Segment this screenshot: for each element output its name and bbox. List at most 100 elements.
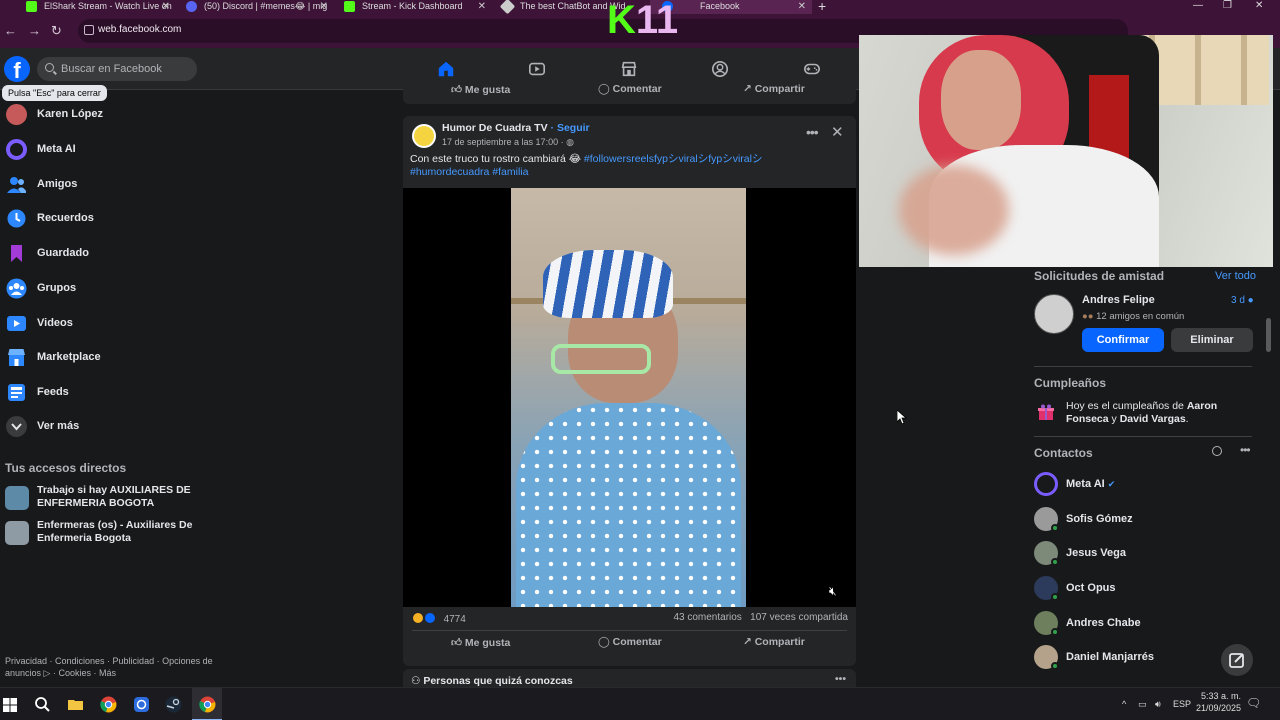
network-icon[interactable]: ▭ xyxy=(1138,699,1147,710)
contact-item[interactable]: Daniel Manjarrés xyxy=(1034,645,1234,671)
footer-links[interactable]: Privacidad · Condiciones · Publicidad · … xyxy=(5,655,225,679)
friend-request-time: 3 d ● xyxy=(1231,295,1254,306)
video-tab-icon[interactable] xyxy=(528,60,546,78)
groups-icon xyxy=(6,278,27,299)
tab-title: (50) Discord | #memes😂 | mig xyxy=(204,1,328,11)
compose-icon xyxy=(1229,653,1244,668)
like-button[interactable]: 👍︎ Me gusta xyxy=(451,636,510,649)
back-arrow-icon[interactable]: ← xyxy=(4,23,17,38)
contact-name: Meta AI ✔ xyxy=(1066,478,1115,490)
tab-title: ElShark Stream - Watch Live on xyxy=(44,1,172,11)
memories-clock-icon xyxy=(7,209,26,228)
home-icon[interactable] xyxy=(437,60,455,78)
video-player[interactable]: 🔇︎ xyxy=(403,188,856,607)
new-tab-plus-icon[interactable]: + xyxy=(818,0,826,14)
facebook-logo[interactable]: f xyxy=(4,56,30,83)
close-icon[interactable]: ✕ xyxy=(831,123,844,141)
friend-request-avatar[interactable] xyxy=(1034,294,1074,334)
author-name[interactable]: Humor De Cuadra TV xyxy=(442,122,548,134)
tab-title: Facebook xyxy=(700,1,740,11)
marketplace-tab-icon[interactable] xyxy=(620,60,638,78)
reaction-summary[interactable]: 4774 xyxy=(412,612,466,625)
browser-tab[interactable]: ElShark Stream - Watch Live on ✕ xyxy=(14,0,176,14)
bookmark-icon xyxy=(11,245,22,262)
steam-icon[interactable] xyxy=(165,696,182,713)
comment-label: Comentar xyxy=(612,83,662,95)
delete-button[interactable]: Eliminar xyxy=(1171,328,1253,352)
contact-item[interactable]: Meta AI ✔ xyxy=(1034,472,1234,498)
scrollbar-thumb[interactable] xyxy=(1266,318,1271,352)
tab-title: Stream - Kick Dashboard xyxy=(362,1,463,11)
new-message-button[interactable] xyxy=(1221,644,1253,676)
time-text: 3 d xyxy=(1231,295,1245,306)
notifications-icon[interactable]: 🗨︎ xyxy=(1246,696,1261,710)
site-info-icon[interactable] xyxy=(84,25,94,35)
reload-icon[interactable]: ↻ xyxy=(51,23,62,39)
active-taskbar-app[interactable] xyxy=(192,688,222,720)
window-close-icon[interactable]: ✕ xyxy=(1255,0,1263,11)
url-text: web.facebook.com xyxy=(98,24,182,35)
contacts-more-icon[interactable]: ••• xyxy=(1240,443,1251,457)
post-author[interactable]: Humor De Cuadra TV · Seguir xyxy=(442,122,590,134)
comment-button[interactable]: ◯ Comentar xyxy=(598,83,662,95)
tray-expand-icon[interactable]: ^ xyxy=(1122,699,1126,709)
taskbar-search-icon[interactable] xyxy=(34,696,51,713)
minimize-icon[interactable]: — xyxy=(1193,0,1203,11)
tab-close-icon[interactable]: ✕ xyxy=(798,0,806,13)
post-date[interactable]: 17 de septiembre a las 17:00 · ◍ xyxy=(442,137,574,148)
mutual-avatars-icon: ●● xyxy=(1082,311,1094,322)
contact-item[interactable]: Andres Chabe xyxy=(1034,611,1234,637)
browser-tab[interactable]: Stream - Kick Dashboard ✕ xyxy=(332,0,492,14)
contact-name: Jesus Vega xyxy=(1066,547,1126,559)
like-button[interactable]: 👍︎ Me gusta xyxy=(451,83,510,96)
comment-button[interactable]: ◯ Comentar xyxy=(598,636,662,648)
globe-icon: ◍ xyxy=(566,137,574,147)
page-avatar[interactable] xyxy=(412,124,436,148)
contact-name-text: Meta AI xyxy=(1066,478,1105,490)
shortcut-label: Trabajo si hay AUXILIARES DE ENFERMERIA … xyxy=(37,484,191,509)
browser-tab[interactable]: (50) Discord | #memes😂 | mig ✕ xyxy=(174,0,334,14)
tab-close-icon[interactable]: ✕ xyxy=(320,0,328,13)
contact-item[interactable]: Jesus Vega xyxy=(1034,541,1234,567)
feed-post: Humor De Cuadra TV · Seguir 17 de septie… xyxy=(403,116,856,666)
see-all-link[interactable]: Ver todo xyxy=(1215,270,1256,282)
more-options-icon[interactable]: ••• xyxy=(835,673,846,685)
kick-favicon-icon xyxy=(26,1,37,12)
confirm-button[interactable]: Confirmar xyxy=(1082,328,1164,352)
share-button[interactable]: ↗ Compartir xyxy=(743,83,805,95)
online-indicator xyxy=(1051,593,1059,601)
forward-arrow-icon[interactable]: → xyxy=(28,23,41,38)
mutual-friends[interactable]: ●● 12 amigos en común xyxy=(1082,311,1184,322)
gaming-tab-icon[interactable] xyxy=(803,60,821,78)
feeds-icon xyxy=(8,384,25,401)
follow-link[interactable]: · Seguir xyxy=(548,122,590,134)
input-language[interactable]: ESP xyxy=(1173,699,1191,709)
tab-close-icon[interactable]: ✕ xyxy=(162,0,170,13)
groups-tab-icon[interactable] xyxy=(711,60,729,78)
file-explorer-icon[interactable] xyxy=(67,696,84,713)
taskbar-clock[interactable]: 5:33 a. m. 21/09/2025 xyxy=(1196,690,1241,714)
video-person-hat xyxy=(543,250,673,318)
volume-icon[interactable]: 🔊︎ xyxy=(1155,699,1161,710)
search-box[interactable]: Buscar en Facebook xyxy=(37,57,197,81)
search-placeholder: Buscar en Facebook xyxy=(61,63,162,75)
contact-item[interactable]: Oct Opus xyxy=(1034,576,1234,602)
restore-icon[interactable]: ❐ xyxy=(1223,0,1232,11)
birthday-name[interactable]: David Vargas xyxy=(1120,413,1186,425)
share-count[interactable]: 107 veces compartida xyxy=(750,612,848,623)
post-stats[interactable]: 43 comentarios 107 veces compartida xyxy=(673,612,848,623)
friend-request-name[interactable]: Andres Felipe xyxy=(1082,294,1155,306)
more-options-icon[interactable]: ••• xyxy=(806,124,819,140)
contact-item[interactable]: Sofis Gómez xyxy=(1034,507,1234,533)
comment-count[interactable]: 43 comentarios xyxy=(673,612,741,623)
chrome-icon[interactable] xyxy=(100,696,117,713)
share-button[interactable]: ↗ Compartir xyxy=(743,636,805,648)
windows-start-icon[interactable] xyxy=(3,698,17,712)
contacts-search-icon[interactable] xyxy=(1212,446,1222,456)
app-icon[interactable] xyxy=(133,696,150,713)
mute-icon[interactable]: 🔇︎ xyxy=(829,584,837,599)
gift-icon xyxy=(1038,404,1054,420)
birthday-text[interactable]: Hoy es el cumpleaños de Aaron Fonseca y … xyxy=(1066,400,1252,426)
tab-close-icon[interactable]: ✕ xyxy=(478,0,486,13)
mouse-cursor-icon xyxy=(897,410,907,425)
